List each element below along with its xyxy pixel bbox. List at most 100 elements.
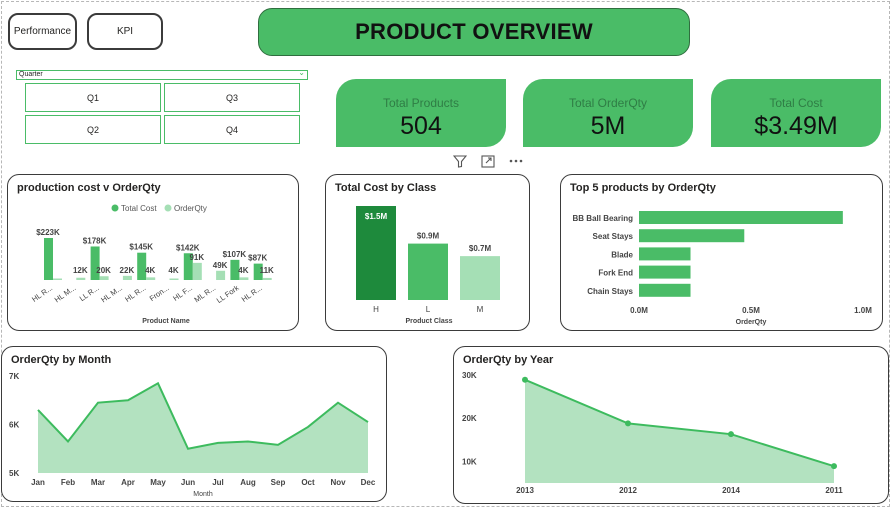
kpi-label: Total OrderQty [568,96,648,110]
page-title: PRODUCT OVERVIEW [258,8,690,56]
quarter-option-q1[interactable]: Q1 [25,83,161,112]
kpi-value: 504 [400,112,442,140]
top5-products-by-orderqty-chart[interactable]: Top 5 products by OrderQty BB Ball Beari… [560,174,883,331]
x-axis-title: Product Name [142,318,190,325]
production-cost-vs-orderqty-chart[interactable]: production cost v OrderQty Total Cost Ord… [7,174,299,331]
data-label: $0.9M [417,232,440,241]
bar-product [639,229,745,243]
data-label-orderqty: 91K [189,253,204,262]
data-label-total-cost: $145K [129,243,153,252]
orderqty-by-month-plot: 7K 6K 5K Jan Feb Mar Apr May Jun Jul Aug Sep Oct Nov D… [9,372,376,498]
data-label-orderqty: 4K [168,266,178,275]
kpi-label: Total Products [382,96,460,110]
x-tick-label: May [150,478,166,487]
kpi-value: 5M [590,112,626,140]
y-tick-label: BB Ball Bearing [573,214,634,223]
y-tick-label: 30K [462,371,477,380]
bar-orderqty [192,262,202,280]
x-tick-label: Jun [181,478,195,487]
x-tick-label: 2011 [825,486,843,495]
bar-total-cost [44,238,53,280]
bar-orderqty [76,277,86,280]
bar-orderqty [99,276,109,280]
data-label-orderqty: 11K [260,266,274,275]
x-tick-label: Feb [61,478,75,487]
y-tick-label: Chain Stays [587,287,633,296]
quarter-option-q3[interactable]: Q3 [164,83,300,112]
kpi-card-total-cost: Total Cost $3.49M [711,79,881,147]
chevron-down-icon[interactable]: ⌄ [298,69,305,77]
x-tick-label: LL Fork [215,283,241,305]
y-tick-label: 20K [462,414,477,423]
quarter-slicer-dropdown[interactable]: Quarter ⌄ [16,69,308,80]
data-label-total-cost: $178K [83,236,107,245]
kpi-nav-button[interactable]: KPI [87,13,163,50]
orderqty-by-year-plot: 30K 20K 10K 2013 2012 2014 2011 [462,371,843,495]
data-label-orderqty: 22K [120,266,135,275]
data-label-total-cost: $107K [223,250,247,259]
x-tick-label: H [373,305,379,314]
x-tick-label: Aug [240,478,256,487]
bar-orderqty [53,278,62,280]
x-axis-title: Month [193,491,213,498]
quarter-option-q2[interactable]: Q2 [25,115,161,144]
total-cost-by-class-chart[interactable]: Total Cost by Class $1.5M H $0.9M L $0.7M M Pr… [325,174,530,331]
orderqty-by-month-chart[interactable]: OrderQty by Month 7K 6K 5K Jan Feb Mar Apr May J… [1,346,387,502]
y-tick-label: 10K [462,457,477,466]
data-point [831,463,837,470]
data-label-orderqty: 4K [238,266,248,275]
x-axis-title: OrderQty [736,319,767,326]
x-tick-label: Fron... [148,283,171,303]
orderqty-by-year-chart[interactable]: OrderQty by Year 30K 20K 10K 2013 2012 2014 20… [453,346,889,504]
quarter-slicer-label: Quarter [19,71,43,78]
data-point [728,431,734,438]
x-tick-label: Sep [271,478,286,487]
x-tick-label: Mar [91,478,105,487]
x-axis-title: Product Class [405,318,452,325]
bar-orderqty [169,278,179,280]
x-tick-label: HL R... [240,283,264,304]
x-tick-label: ML R... [193,283,218,304]
quarter-option-q4[interactable]: Q4 [164,115,300,144]
x-tick-label: LL R... [78,283,101,303]
data-label-orderqty: 49K [213,261,228,270]
kpi-card-total-products: Total Products 504 [336,79,506,147]
x-tick-label: Jan [31,478,45,487]
bar-orderqty [146,277,156,280]
x-tick-label: 2012 [619,486,637,495]
y-tick-label: Seat Stays [593,232,634,241]
more-options-icon[interactable] [508,154,524,168]
top5-products-plot: BB Ball Bearing Seat Stays Blade Fork End Ch… [573,211,872,326]
legend-marker-orderqty [164,204,172,212]
data-point [625,420,631,427]
bar-product [639,265,691,279]
legend-label-orderqty: OrderQty [174,204,207,213]
focus-mode-icon[interactable] [480,154,496,168]
bar-class-l [408,243,448,300]
y-tick-label: 6K [9,421,19,430]
data-label-total-cost: $223K [36,228,60,237]
data-label-total-cost: $87K [248,254,267,263]
data-point [522,376,528,383]
bar-product [639,211,843,224]
data-label: $1.5M [365,212,388,221]
bar-class-m [460,256,500,300]
data-label-total-cost: $142K [176,243,200,252]
bar-product [639,283,691,297]
performance-nav-button[interactable]: Performance [8,13,77,50]
x-tick-label: 0.5M [742,306,760,315]
x-tick-label: 2014 [722,486,740,495]
x-tick-label: Jul [212,478,224,487]
x-tick-label: L [426,305,431,314]
kpi-card-total-orderqty: Total OrderQty 5M [523,79,693,147]
y-tick-label: 5K [9,469,19,478]
legend-marker-total-cost [111,204,119,212]
kpi-value: $3.49M [754,112,838,140]
data-label-orderqty: 12K [73,266,88,275]
filter-icon[interactable] [452,154,468,168]
total-cost-by-class-plot: $1.5M H $0.9M L $0.7M M Product Class [356,206,500,325]
kpi-label: Total Cost [769,96,823,110]
data-label: $0.7M [469,244,492,253]
x-tick-label: HL R... [30,283,54,304]
x-tick-label: HL R... [123,283,147,304]
